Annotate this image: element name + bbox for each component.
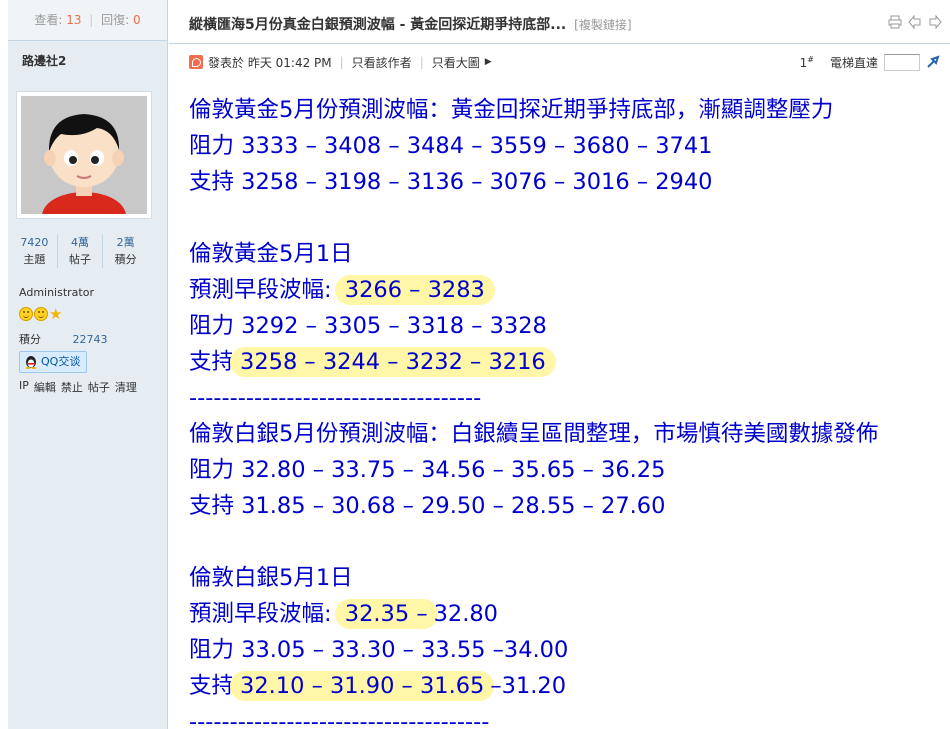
rank-icons: ★ xyxy=(19,305,63,323)
avatar-image xyxy=(21,96,147,214)
replies-label: 回復: xyxy=(101,13,130,27)
count-credits-value: 2萬 xyxy=(116,236,135,249)
floor-number[interactable]: 1# xyxy=(800,55,814,70)
gold-monthly-support: 支持 3258 – 3198 – 3136 – 3076 – 3016 – 29… xyxy=(189,169,713,195)
views-label: 查看: xyxy=(34,13,63,27)
forum-thread-page: 查看: 13 | 回復: 0 路邊社2 7420 主題 4萬 帖子 2萬 積分 … xyxy=(0,0,950,729)
gold-daily-support-label: 支持 xyxy=(189,349,235,375)
author-name[interactable]: 路邊社2 xyxy=(8,41,167,84)
qq-chat-button[interactable]: QQ交谈 xyxy=(19,351,88,373)
silver-daily-support-rest: –31.20 xyxy=(490,673,567,699)
thread-stats: 查看: 13 | 回復: 0 xyxy=(8,0,167,41)
gold-early-range: 預測早段波幅: 3266 – 3283 xyxy=(189,272,878,308)
silver-daily-title: 倫敦白銀5月1日 xyxy=(189,565,353,591)
admin-link-clean[interactable]: 清理 xyxy=(115,379,137,395)
sun-icon xyxy=(34,307,48,321)
qq-penguin-icon xyxy=(25,356,37,369)
cartoon-boy-icon xyxy=(21,96,147,214)
admin-links: IP 編輯 禁止 帖子 清理 xyxy=(19,379,137,395)
silver-monthly-support: 支持 31.85 – 30.68 – 29.50 – 28.55 – 27.60 xyxy=(189,493,666,519)
next-thread-icon[interactable] xyxy=(928,15,942,29)
admin-link-edit[interactable]: 編輯 xyxy=(34,379,56,395)
gold-daily-title: 倫敦黃金5月1日 xyxy=(189,241,353,267)
avatar[interactable] xyxy=(16,91,152,219)
floor-mark: # xyxy=(807,54,814,64)
post-content: 倫敦黃金5月份預測波幅：黃金回探近期爭持底部，漸顯調整壓力 阻力 3333 – … xyxy=(189,92,878,729)
play-arrow-icon[interactable]: ▶ xyxy=(485,57,492,67)
count-posts[interactable]: 4萬 帖子 xyxy=(56,234,103,268)
post-time: 發表於 昨天 01:42 PM xyxy=(208,55,332,70)
silver-monthly-resistance: 阻力 32.80 – 33.75 – 34.56 – 35.65 – 36.25 xyxy=(189,457,666,483)
gold-daily-support: 支持 3258 – 3244 – 3232 – 3216 xyxy=(189,344,878,380)
user-role[interactable]: Administrator xyxy=(19,286,94,299)
silver-early-range-label: 預測早段波幅: xyxy=(189,601,332,627)
count-posts-label: 帖子 xyxy=(69,253,91,266)
count-posts-value: 4萬 xyxy=(71,236,89,249)
thread-title-text: 縱橫匯海5月份真金白銀預測波幅 - 黃金回探近期爭持底部... xyxy=(189,17,567,33)
gold-early-range-label: 預測早段波幅: xyxy=(189,277,332,303)
qq-chat-label: QQ交谈 xyxy=(41,355,81,368)
print-icon[interactable] xyxy=(888,15,902,29)
elevator-jump-icon[interactable] xyxy=(926,55,940,69)
floor-jump-input[interactable] xyxy=(884,53,920,71)
thread-header: 縱橫匯海5月份真金白銀預測波幅 - 黃金回探近期爭持底部... [複製鏈接] xyxy=(169,0,950,44)
gold-monthly-resistance: 阻力 3333 – 3408 – 3484 – 3559 – 3680 – 37… xyxy=(189,133,713,159)
copy-link-button[interactable]: [複製鏈接] xyxy=(574,18,631,32)
silver-daily-support-label: 支持 xyxy=(189,673,235,699)
jump-label: 電梯直達 xyxy=(829,55,878,70)
previous-thread-icon[interactable] xyxy=(908,15,922,29)
info-divider: | xyxy=(339,55,344,69)
gold-daily-support-value: 3258 – 3244 – 3232 – 3216 xyxy=(230,347,556,377)
replies-count: 0 xyxy=(133,13,141,27)
only-author-link[interactable]: 只看該作者 xyxy=(352,54,412,71)
count-topics-label: 主題 xyxy=(23,253,46,266)
section-divider: ------------------------------------ xyxy=(189,385,482,411)
floor-jump: 1# 電梯直達 xyxy=(800,53,940,71)
count-credits[interactable]: 2萬 積分 xyxy=(102,234,148,268)
count-topics[interactable]: 7420 主題 xyxy=(12,234,57,268)
online-status-icon xyxy=(189,55,203,69)
admin-link-ip[interactable]: IP xyxy=(19,379,29,395)
gold-early-range-value: 3266 – 3283 xyxy=(334,275,495,305)
silver-daily-resistance: 阻力 33.05 – 33.30 – 33.55 –34.00 xyxy=(189,637,569,663)
silver-early-range-rest: 32.80 xyxy=(433,601,498,627)
silver-early-range: 預測早段波幅: 32.35 –32.80 xyxy=(189,596,878,632)
gold-daily-resistance: 阻力 3292 – 3305 – 3318 – 3328 xyxy=(189,313,547,339)
sun-icon xyxy=(19,307,33,321)
silver-monthly-title: 倫敦白銀5月份預測波幅：白銀續呈區間整理，市場慎待美國數據發佈 xyxy=(189,421,879,447)
credits-label: 積分 xyxy=(19,333,41,346)
count-topics-value: 7420 xyxy=(20,236,49,249)
stats-divider: | xyxy=(89,13,94,27)
admin-link-posts[interactable]: 帖子 xyxy=(88,379,110,395)
section-divider: ------------------------------------- xyxy=(189,709,490,729)
info-divider: | xyxy=(419,55,424,69)
only-large-images-link[interactable]: 只看大圖 xyxy=(432,54,480,71)
header-icons xyxy=(888,15,942,29)
post-info-bar: 發表於 昨天 01:42 PM | 只看該作者 | 只看大圖 ▶ 1# 電梯直達 xyxy=(189,52,940,72)
credits-value: 22743 xyxy=(72,333,108,346)
count-credits-label: 積分 xyxy=(114,253,137,266)
silver-daily-support-highlight: 32.10 – 31.90 – 31.65 xyxy=(230,671,495,701)
silver-early-range-highlight: 32.35 – xyxy=(334,599,438,629)
gold-monthly-title: 倫敦黃金5月份預測波幅：黃金回探近期爭持底部，漸顯調整壓力 xyxy=(189,97,834,123)
star-icon: ★ xyxy=(49,305,63,323)
silver-daily-support: 支持 32.10 – 31.90 – 31.65 –31.20 xyxy=(189,668,878,704)
views-count: 13 xyxy=(66,13,82,27)
credits-row: 積分 22743 xyxy=(19,331,108,347)
admin-link-ban[interactable]: 禁止 xyxy=(61,379,83,395)
thread-title: 縱橫匯海5月份真金白銀預測波幅 - 黃金回探近期爭持底部... [複製鏈接] xyxy=(189,14,632,34)
author-counts: 7420 主題 4萬 帖子 2萬 積分 xyxy=(12,234,148,268)
